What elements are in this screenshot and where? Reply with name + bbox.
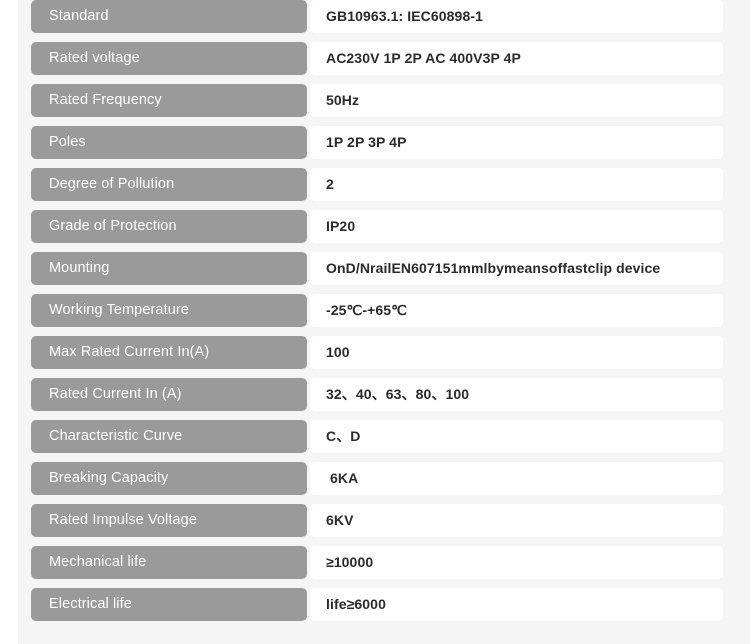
spec-value-cell: IP20 (310, 210, 723, 243)
table-row: Electrical life life≥6000 (31, 588, 723, 621)
spec-value-cell: 6KA (310, 462, 723, 495)
spec-label-cell: Grade of Protection (31, 210, 307, 243)
spec-label-cell: Rated Frequency (31, 84, 307, 117)
spec-label-cell: Characteristic Curve (31, 420, 307, 453)
spec-value-cell: GB10963.1: IEC60898-1 (310, 0, 723, 33)
spec-label-cell: Rated Current In (A) (31, 378, 307, 411)
spec-label-cell: Max Rated Current In(A) (31, 336, 307, 369)
table-row: Rated Frequency 50Hz (31, 84, 723, 117)
table-row: Mechanical life ≥10000 (31, 546, 723, 579)
spec-value-cell: C、D (310, 420, 723, 453)
spec-label-cell: Electrical life (31, 588, 307, 621)
spec-label-cell: Poles (31, 126, 307, 159)
table-row: Grade of Protection IP20 (31, 210, 723, 243)
table-row: Rated voltage AC230V 1P 2P AC 400V3P 4P (31, 42, 723, 75)
spec-label-cell: Degree of Pollution (31, 168, 307, 201)
table-row: Characteristic Curve C、D (31, 420, 723, 453)
spec-value-cell: 100 (310, 336, 723, 369)
table-row: Degree of Pollution 2 (31, 168, 723, 201)
spec-value-cell: 6KV (310, 504, 723, 537)
spec-value-cell: 1P 2P 3P 4P (310, 126, 723, 159)
spec-value-cell: 2 (310, 168, 723, 201)
spec-value-cell: -25℃-+65℃ (310, 294, 723, 327)
specification-sheet: Standard GB10963.1: IEC60898-1 Rated vol… (0, 0, 750, 644)
spec-label-cell: Mounting (31, 252, 307, 285)
specification-table: Standard GB10963.1: IEC60898-1 Rated vol… (31, 0, 723, 630)
spec-label-cell: Standard (31, 0, 307, 33)
spec-label-cell: Breaking Capacity (31, 462, 307, 495)
page-left-margin (0, 0, 18, 644)
spec-value-cell: 32、40、63、80、100 (310, 378, 723, 411)
spec-value-cell: OnD/NrailEN607151mmlbymeansoffastclip de… (310, 252, 723, 285)
spec-value-cell: AC230V 1P 2P AC 400V3P 4P (310, 42, 723, 75)
table-row: Poles 1P 2P 3P 4P (31, 126, 723, 159)
table-row: Breaking Capacity 6KA (31, 462, 723, 495)
spec-value-cell: life≥6000 (310, 588, 723, 621)
table-row: Rated Impulse Voltage 6KV (31, 504, 723, 537)
spec-label-cell: Working Temperature (31, 294, 307, 327)
spec-label-cell: Rated voltage (31, 42, 307, 75)
spec-label-cell: Mechanical life (31, 546, 307, 579)
table-row: Rated Current In (A) 32、40、63、80、100 (31, 378, 723, 411)
spec-label-cell: Rated Impulse Voltage (31, 504, 307, 537)
table-row: Standard GB10963.1: IEC60898-1 (31, 0, 723, 33)
table-row: Working Temperature -25℃-+65℃ (31, 294, 723, 327)
table-row: Mounting OnD/NrailEN607151mmlbymeansoffa… (31, 252, 723, 285)
spec-value-cell: 50Hz (310, 84, 723, 117)
table-row: Max Rated Current In(A) 100 (31, 336, 723, 369)
spec-value-cell: ≥10000 (310, 546, 723, 579)
